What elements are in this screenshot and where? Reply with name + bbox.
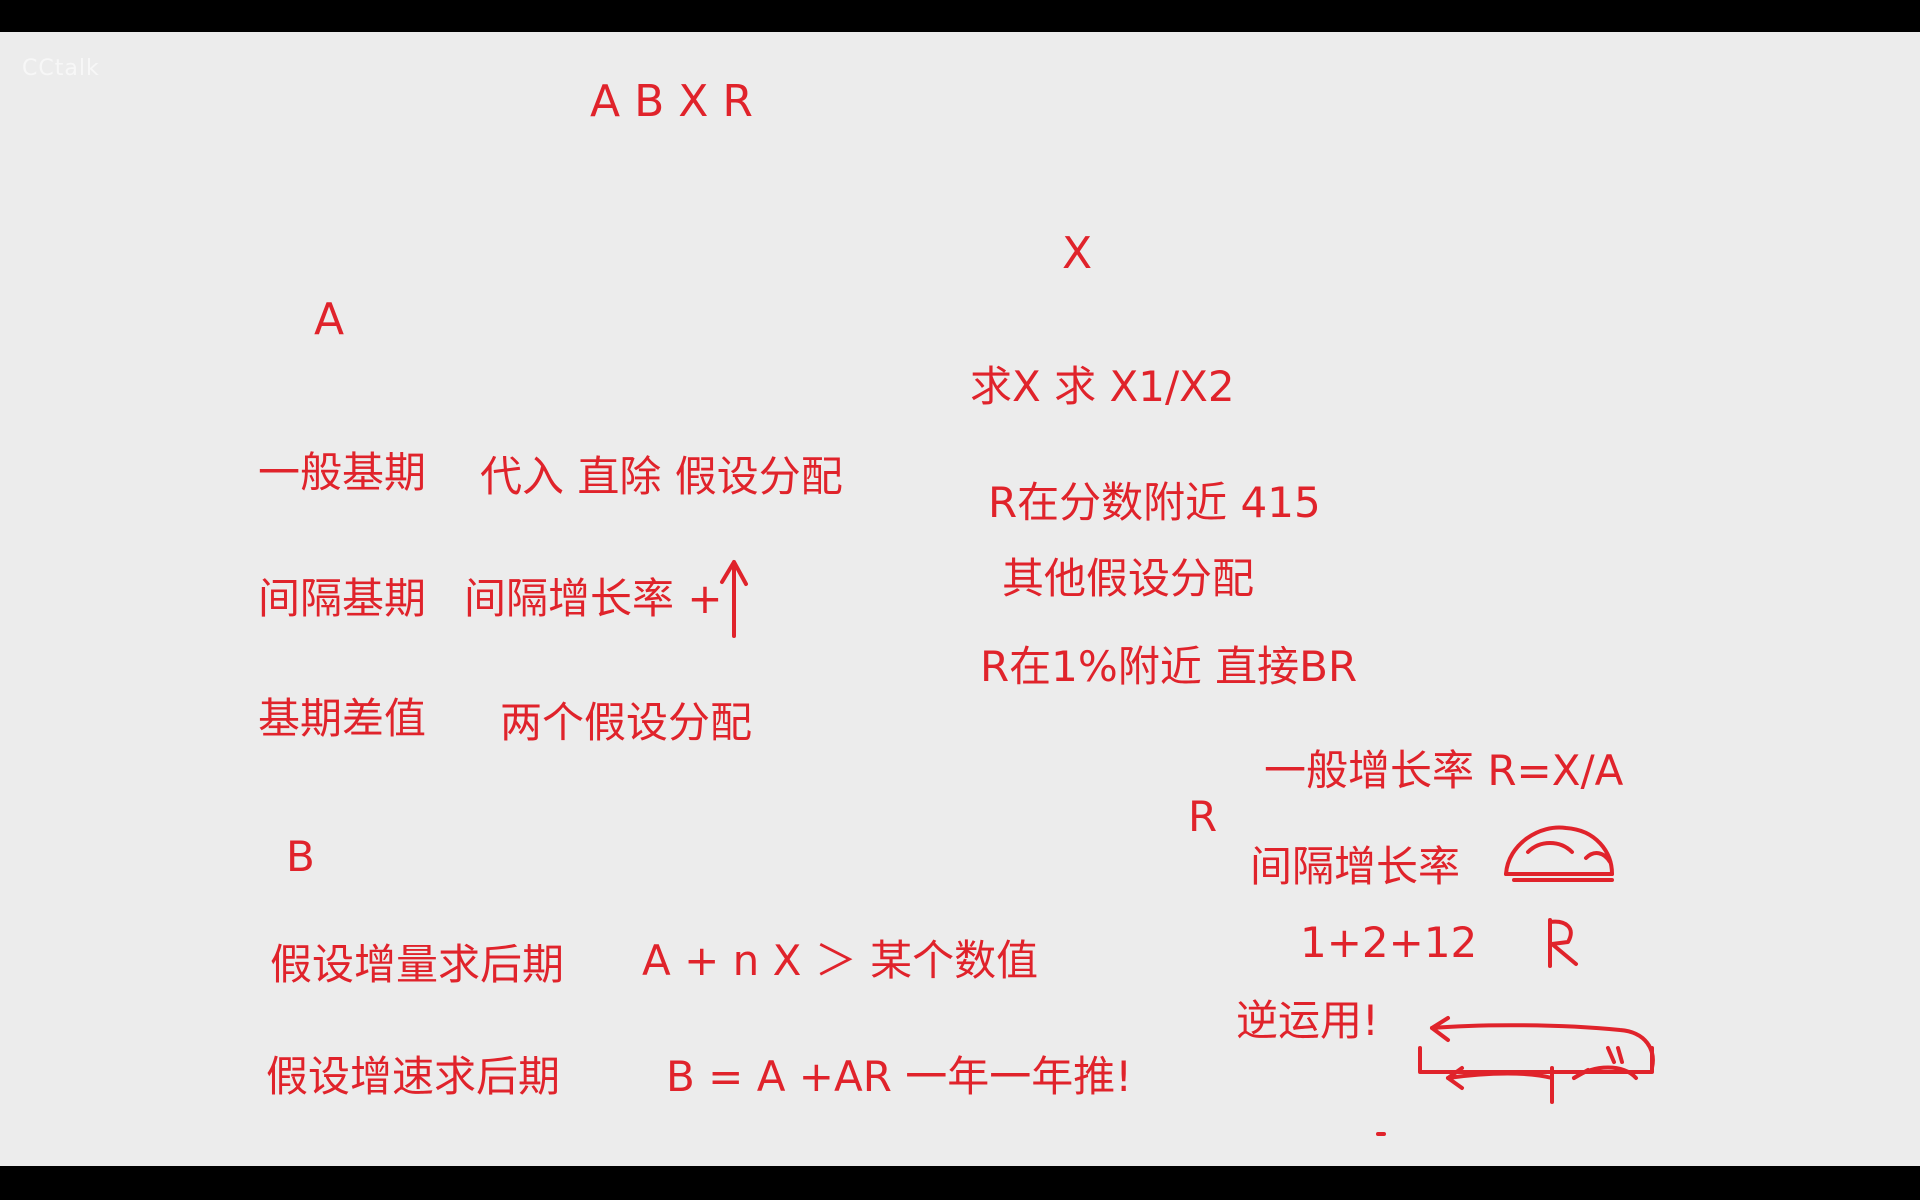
r-bar-sketch [1548, 918, 1578, 968]
whiteboard-canvas: CCtalk A B X R A 一般基期 代入 直除 假设分配 间隔基期 间隔… [0, 32, 1920, 1166]
up-arrow-icon [720, 560, 748, 638]
reverse-operation-sketch [1418, 1016, 1655, 1104]
growth-hump-sketch [1504, 825, 1614, 882]
pen-strokes [720, 560, 1655, 1136]
